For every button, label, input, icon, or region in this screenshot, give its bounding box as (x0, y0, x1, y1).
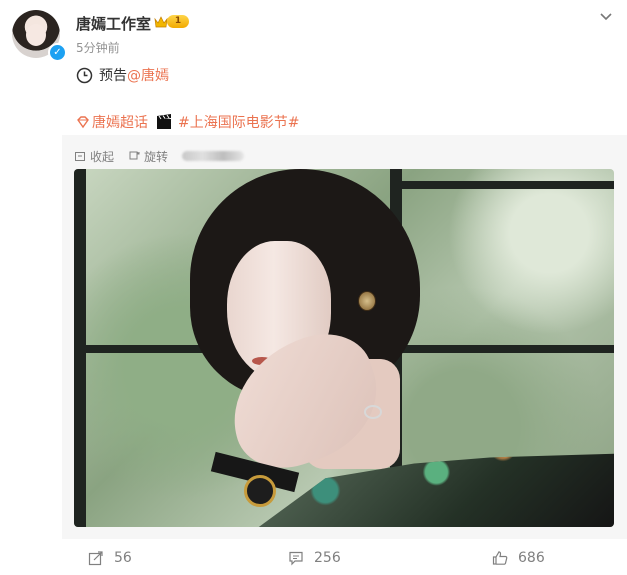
clapper-icon (157, 114, 171, 129)
supertopic-link[interactable]: 唐嫣超话 (92, 112, 148, 132)
repost-button[interactable]: 56 (88, 550, 132, 566)
ring-shape (364, 405, 382, 419)
comment-count: 256 (314, 550, 341, 566)
post-header: ✓ 唐嫣工作室 1 5分钟前 (0, 0, 627, 62)
comment-button[interactable]: 256 (288, 550, 341, 566)
post-photo[interactable] (74, 169, 614, 527)
diamond-icon (77, 116, 89, 129)
share-icon (88, 551, 103, 566)
collapse-label: 收起 (90, 149, 115, 164)
blurred-source-name (182, 151, 245, 161)
hashtag-link[interactable]: #上海国际电影节# (178, 112, 299, 132)
media-panel: 收起 旋转 (62, 135, 627, 539)
level-text: 1 (174, 16, 182, 26)
rotate-icon (129, 151, 140, 160)
post-actions-bar: 56 256 686 (0, 539, 627, 575)
notice-prefix: 预告 (99, 68, 127, 84)
post-tags: 唐嫣超话 #上海国际电影节# (76, 112, 299, 132)
comment-icon (289, 551, 303, 566)
post-notice: 预告 @唐嫣 (76, 65, 169, 85)
like-count: 686 (518, 550, 545, 566)
repost-count: 56 (114, 550, 132, 566)
media-actions: 收起 旋转 (74, 147, 245, 165)
verified-badge-icon: ✓ (48, 43, 67, 62)
like-button[interactable]: 686 (492, 550, 545, 566)
mention-link[interactable]: @唐嫣 (127, 65, 169, 85)
thumb-icon (492, 551, 508, 565)
collapse-button[interactable]: 收起 (74, 148, 114, 165)
post-timestamp[interactable]: 5分钟前 (76, 39, 120, 56)
collapse-icon (75, 152, 85, 161)
rotate-button[interactable]: 旋转 (128, 148, 168, 165)
window-frame (394, 181, 614, 189)
clock-icon (76, 67, 93, 83)
crown-icon (154, 16, 168, 28)
rotate-label: 旋转 (144, 149, 169, 164)
chevron-down-icon[interactable] (598, 8, 614, 24)
post-username[interactable]: 唐嫣工作室 (76, 13, 151, 34)
level-badge: 1 (167, 15, 189, 28)
watch-face (244, 475, 276, 507)
earring-shape (358, 291, 376, 311)
